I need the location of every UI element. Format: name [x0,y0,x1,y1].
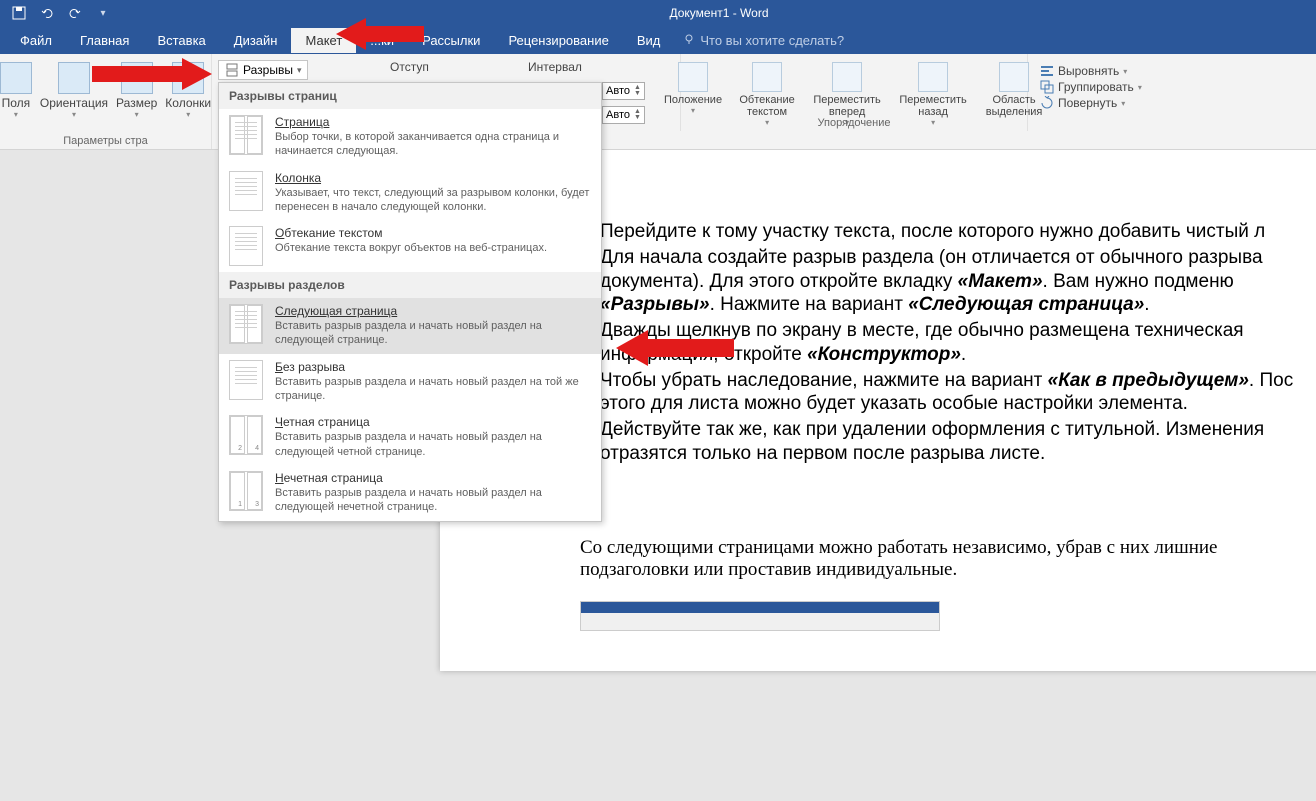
embedded-screenshot [580,601,940,631]
break-page-item[interactable]: Страница Выбор точки, в которой заканчив… [219,109,601,165]
document-paragraph: Со следующими страницами можно работать … [580,537,1300,581]
undo-icon[interactable] [40,6,54,20]
spacing-label: Интервал [528,60,582,74]
breaks-dropdown-button[interactable]: Разрывы ▾ [218,60,308,80]
text-cursor: | [580,484,1300,507]
spacing-before-input[interactable]: Авто▲▼ [602,82,645,100]
page-break-icon [229,115,263,155]
tab-review[interactable]: Рецензирование [494,28,622,53]
qat-more-icon[interactable]: ▾ [96,6,110,20]
lightbulb-icon [682,33,696,47]
breaks-icon [225,63,239,77]
save-icon[interactable] [12,6,26,20]
document-list: Перейдите к тому участку текста, после к… [490,220,1300,466]
continuous-break-icon [229,360,263,400]
arrange-group-label: Упорядочение [681,117,1027,129]
rotate-button[interactable]: Повернуть ▾ [1040,96,1142,110]
tab-file[interactable]: Файл [6,28,66,53]
column-break-icon [229,171,263,211]
page-setup-group-label: Параметры стра [0,135,211,147]
annotation-arrow-top [336,14,426,54]
break-odd-page-item[interactable]: 13 Нечетная страница Вставить разрыв раз… [219,465,601,521]
list-item: Перейдите к тому участку текста, после к… [600,220,1300,244]
indent-label: Отступ [390,60,429,74]
next-page-break-icon [229,304,263,344]
even-page-break-icon: 24 [229,415,263,455]
break-even-page-item[interactable]: 24 Четная страница Вставить разрыв разде… [219,409,601,465]
tab-home[interactable]: Главная [66,28,143,53]
list-item: Чтобы убрать наследование, нажмите на ва… [600,369,1300,417]
title-bar: ▾ Документ1 - Word [0,0,1316,26]
page-breaks-section: Разрывы страниц [219,83,601,109]
break-continuous-item[interactable]: Без разрыва Вставить разрыв раздела и на… [219,354,601,410]
odd-page-break-icon: 13 [229,471,263,511]
list-item: Действуйте так же, как при удалении офор… [600,418,1300,466]
window-title: Документ1 - Word [122,6,1316,20]
align-icon [1040,64,1054,78]
tab-design[interactable]: Дизайн [220,28,292,53]
redo-icon[interactable] [68,6,82,20]
rotate-icon [1040,96,1054,110]
section-breaks-section: Разрывы разделов [219,272,601,298]
annotation-arrow-ribbon [92,54,212,94]
margins-button[interactable]: Поля▾ [0,60,36,121]
align-button[interactable]: Выровнять ▾ [1040,64,1142,78]
list-item: Для начала создайте разрыв раздела (он о… [600,246,1300,317]
spacing-after-input[interactable]: Авто▲▼ [602,106,645,124]
tab-insert[interactable]: Вставка [143,28,219,53]
group-icon [1040,80,1054,94]
break-column-item[interactable]: Колонка Указывает, что текст, следующий … [219,165,601,221]
textwrap-break-icon [229,226,263,266]
break-textwrap-item[interactable]: Обтекание текстом Обтекание текста вокру… [219,220,601,272]
breaks-dropdown: Разрывы страниц Страница Выбор точки, в … [218,82,602,522]
ribbon-tabs: Файл Главная Вставка Дизайн Макет ...ки … [0,26,1316,54]
quick-access-toolbar: ▾ [0,6,122,20]
annotation-arrow-dropdown [616,326,736,370]
group-button[interactable]: Группировать ▾ [1040,80,1142,94]
tell-me-search[interactable]: Что вы хотите сделать? [674,33,844,48]
tab-view[interactable]: Вид [623,28,675,53]
document-area: Перейдите к тому участку текста, после к… [0,150,1316,801]
break-next-page-item[interactable]: Следующая страница Вставить разрыв разде… [219,298,601,354]
